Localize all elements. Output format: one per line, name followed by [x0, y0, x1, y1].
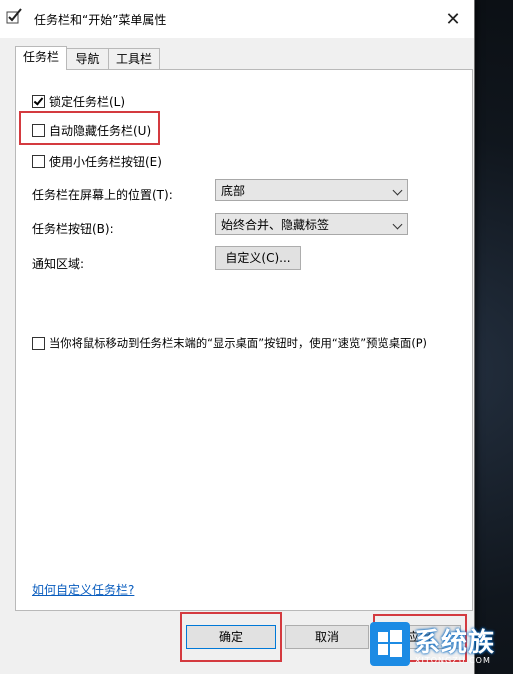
cancel-button[interactable]: 取消: [285, 625, 369, 649]
auto-hide-label: 自动隐藏任务栏(U): [49, 124, 152, 138]
peek-checkbox[interactable]: [32, 336, 45, 350]
tab-taskbar[interactable]: 任务栏: [15, 46, 67, 70]
peek-label: 当你将鼠标移动到任务栏末端的“显示桌面”按钮时，使用“速览”预览桌面(P): [49, 337, 427, 350]
ok-button[interactable]: 确定: [186, 625, 276, 649]
location-value: 底部: [221, 184, 246, 198]
watermark-text: 系统族: [414, 628, 496, 658]
close-icon: ✕: [445, 8, 461, 30]
watermark-subtext: XITONGZU.COM: [415, 656, 491, 665]
checkbox-app-icon: [6, 8, 22, 24]
notification-area-label: 通知区域:: [32, 257, 85, 271]
combine-buttons-label: 任务栏按钮(B):: [32, 222, 114, 236]
tab-navigation[interactable]: 导航: [65, 48, 110, 69]
small-buttons-option[interactable]: 使用小任务栏按钮(E): [32, 153, 162, 170]
small-buttons-label: 使用小任务栏按钮(E): [49, 155, 162, 169]
lock-taskbar-checkbox[interactable]: [32, 95, 45, 108]
customize-help-link[interactable]: 如何自定义任务栏?: [32, 581, 134, 598]
windows-logo-icon: [370, 622, 410, 666]
lock-taskbar-label: 锁定任务栏(L): [49, 95, 126, 109]
location-label: 任务栏在屏幕上的位置(T):: [32, 188, 173, 202]
chevron-down-icon: [392, 219, 403, 230]
tab-panel: 锁定任务栏(L) 自动隐藏任务栏(U) 使用小任务栏按钮(E) 任务栏在屏幕上的…: [15, 69, 473, 611]
window-title: 任务栏和“开始”菜单属性: [34, 13, 167, 27]
combine-buttons-dropdown[interactable]: 始终合并、隐藏标签: [215, 213, 408, 235]
chevron-down-icon: [392, 185, 403, 196]
close-button[interactable]: ✕: [438, 5, 468, 33]
tab-toolbars[interactable]: 工具栏: [108, 48, 160, 69]
customize-button[interactable]: 自定义(C)...: [215, 246, 301, 270]
watermark-logo: 系统族 XITONGZU.COM: [368, 614, 513, 674]
small-buttons-checkbox[interactable]: [32, 155, 45, 168]
peek-option[interactable]: 当你将鼠标移动到任务栏末端的“显示桌面”按钮时，使用“速览”预览桌面(P): [32, 335, 427, 351]
location-dropdown[interactable]: 底部: [215, 179, 408, 201]
title-bar: 任务栏和“开始”菜单属性 ✕: [0, 0, 474, 38]
lock-taskbar-option[interactable]: 锁定任务栏(L): [32, 93, 125, 110]
auto-hide-option[interactable]: 自动隐藏任务栏(U): [32, 122, 151, 139]
auto-hide-checkbox[interactable]: [32, 124, 45, 137]
taskbar-properties-dialog: 任务栏和“开始”菜单属性 ✕ 任务栏 导航 工具栏 锁定任务栏(L) 自动隐藏任…: [0, 0, 475, 674]
combine-buttons-value: 始终合并、隐藏标签: [221, 218, 330, 232]
